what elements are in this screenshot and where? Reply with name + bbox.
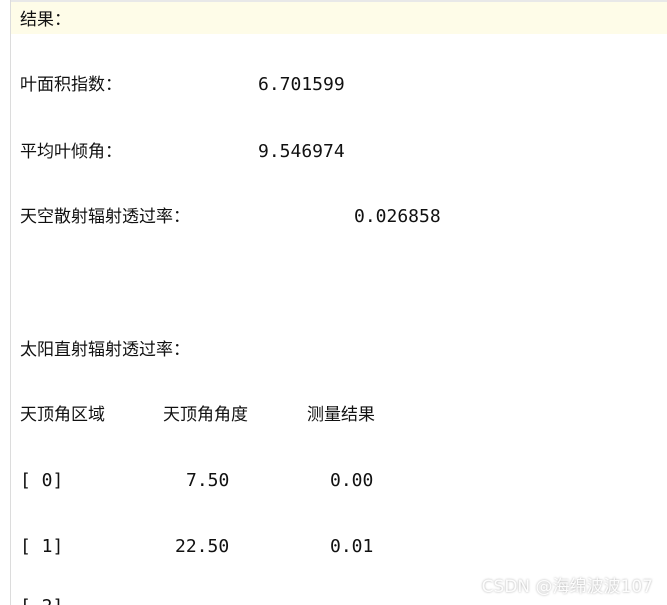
sky-diffuse-transmittance-value: 0.026858 [354,206,441,227]
table-row-1-zone: [ 1] [20,536,64,557]
result-header: 结果： [20,10,71,30]
lai-value: 6.701599 [258,74,345,95]
table-row-0-zone: [ 0] [20,470,64,491]
table-row-1-result: 0.01 [330,536,374,557]
csdn-watermark: CSDN @海绵波波107 [481,577,653,597]
direct-beam-transmittance-label: 太阳直射辐射透过率： [20,340,190,360]
current-line-highlight [11,0,667,34]
table-header-zone: 天顶角区域 [20,405,105,425]
table-header-result: 测量结果 [307,405,375,425]
lai-label: 叶面积指数： [20,75,122,95]
sky-diffuse-transmittance-label: 天空散射辐射透过率： [20,207,190,227]
table-row-0-angle: 7.50 [186,470,230,491]
text-output-view[interactable]: 结果： 叶面积指数： 6.701599 平均叶倾角： 9.546974 天空散射… [0,0,667,605]
editor-gutter-divider [10,0,11,605]
table-header-angle: 天顶角角度 [163,405,248,425]
mean-leaf-angle-value: 9.546974 [258,141,345,162]
mean-leaf-angle-label: 平均叶倾角： [20,142,122,162]
table-row-0-result: 0.00 [330,470,374,491]
table-row-2-zone: [ 2] [20,594,63,605]
table-row-1-angle: 22.50 [175,536,230,557]
